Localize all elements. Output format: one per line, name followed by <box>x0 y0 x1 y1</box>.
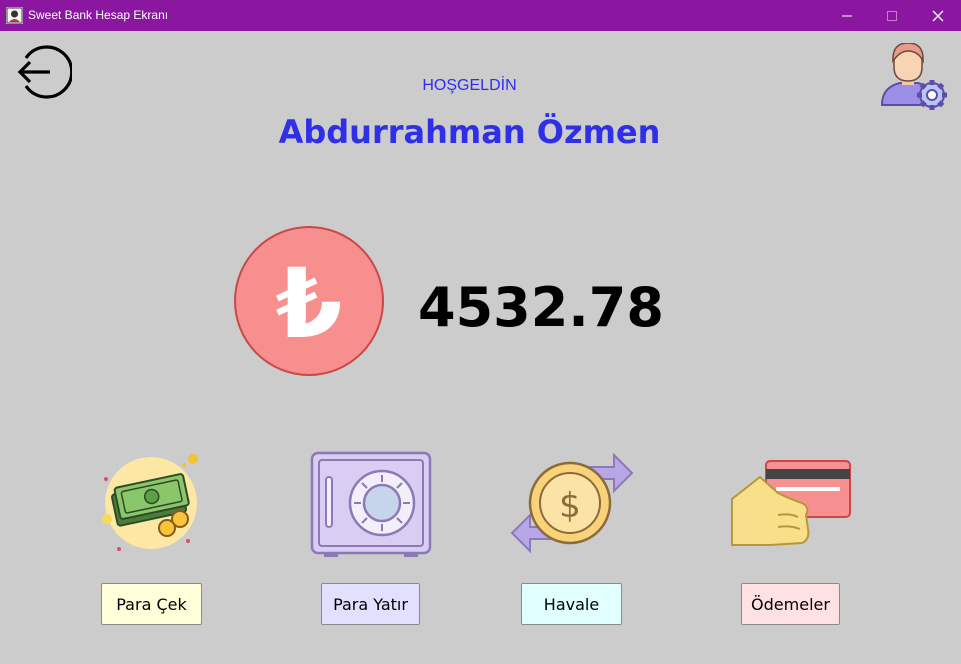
minimize-icon <box>842 15 852 16</box>
deposit-button[interactable]: Para Yatır <box>321 583 420 625</box>
payments-button[interactable]: Ödemeler <box>741 583 840 625</box>
window-title: Sweet Bank Hesap Ekranı <box>28 8 169 22</box>
account-screen: HOŞGELDİN Abdurrahman Özmen ₺ 4532.78 $ … <box>0 31 961 664</box>
welcome-label: HOŞGELDİN <box>422 77 517 94</box>
user-name: Abdurrahman Özmen <box>278 113 661 151</box>
balance-amount: 4532.78 <box>418 276 664 339</box>
close-button[interactable] <box>915 0 961 31</box>
app-icon <box>6 7 23 24</box>
maximize-button[interactable] <box>869 0 915 31</box>
cash-money-icon <box>102 454 198 551</box>
card-payment-icon <box>731 460 851 546</box>
transfer-button[interactable]: Havale <box>521 583 622 625</box>
safe-vault-icon <box>310 451 432 557</box>
money-transfer-icon: $ <box>510 452 634 554</box>
maximize-icon <box>887 10 897 21</box>
svg-text:$: $ <box>559 486 581 526</box>
minimize-button[interactable] <box>824 0 870 31</box>
window-titlebar: Sweet Bank Hesap Ekranı <box>0 0 961 31</box>
withdraw-button[interactable]: Para Çek <box>101 583 202 625</box>
close-icon <box>932 10 944 21</box>
currency-symbol: ₺ <box>276 248 343 360</box>
currency-badge: ₺ <box>233 225 385 377</box>
turkish-lira-icon: ₺ <box>234 226 384 376</box>
